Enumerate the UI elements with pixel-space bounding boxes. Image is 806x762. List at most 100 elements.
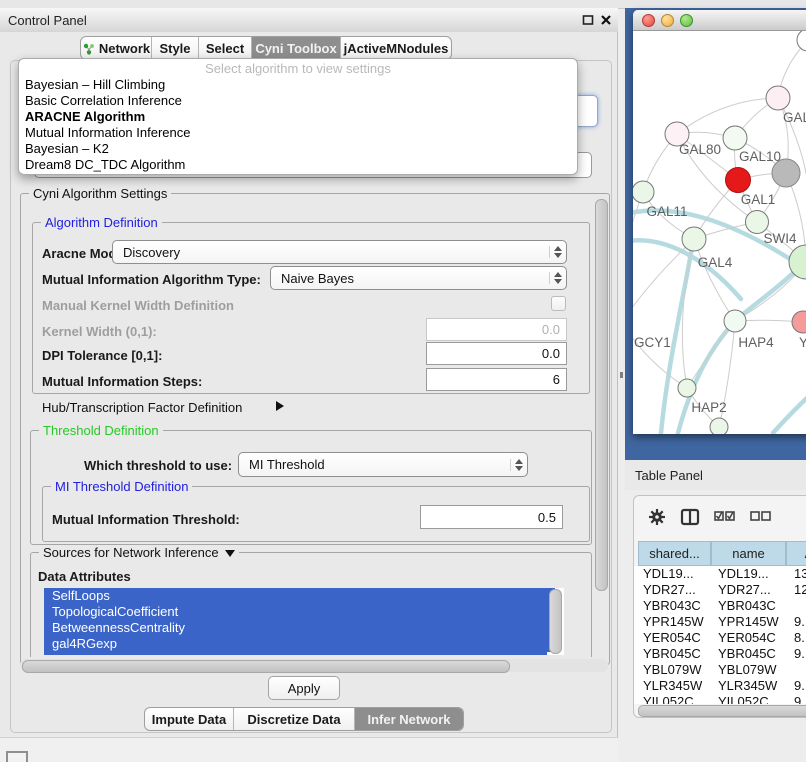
attribute-item[interactable]: BetweennessCentrality bbox=[44, 620, 555, 636]
which-threshold-value: MI Threshold bbox=[239, 457, 510, 472]
table-row[interactable]: YDL19...YDL19...13 bbox=[637, 566, 806, 582]
columns-icon[interactable] bbox=[680, 508, 700, 526]
attribute-item[interactable]: gal4RGexp bbox=[44, 636, 555, 652]
tab-select[interactable]: Select bbox=[199, 37, 252, 59]
collapse-arrow-icon[interactable] bbox=[225, 550, 235, 557]
network-node-hap4[interactable] bbox=[724, 310, 746, 332]
settings-vertical-scrollbar[interactable] bbox=[595, 199, 608, 591]
svg-text:GAL: GAL bbox=[783, 110, 806, 125]
aracne-mode-combo[interactable]: Discovery bbox=[112, 240, 567, 264]
dropdown-item[interactable]: Dream8 DC_TDC Algorithm bbox=[19, 157, 577, 173]
data-attributes-list: SelfLoops TopologicalCoefficient Between… bbox=[44, 588, 564, 655]
tab-jactivemnodules[interactable]: jActiveMNodules bbox=[341, 37, 451, 59]
settings-group-title: Cyni Algorithm Settings bbox=[29, 186, 171, 201]
column-header-shared[interactable]: shared... bbox=[638, 541, 711, 566]
network-window-titlebar[interactable] bbox=[633, 10, 806, 31]
attribute-item[interactable]: SelfLoops bbox=[44, 588, 555, 604]
network-node-red[interactable] bbox=[726, 168, 751, 193]
dropdown-item[interactable]: Mutual Information Inference bbox=[19, 125, 577, 141]
table-row[interactable]: YLR345WYLR345W9. bbox=[637, 678, 806, 694]
mi-steps-label: Mutual Information Steps: bbox=[42, 374, 202, 389]
algorithm-definition-title: Algorithm Definition bbox=[41, 215, 162, 230]
close-traffic-light[interactable] bbox=[642, 14, 655, 27]
combo-arrows-icon bbox=[510, 459, 527, 471]
svg-text:SWI4: SWI4 bbox=[763, 231, 796, 246]
select-all-icon[interactable] bbox=[714, 510, 736, 524]
expand-arrow-icon[interactable] bbox=[276, 401, 284, 411]
splitter-handle[interactable] bbox=[620, 372, 623, 378]
manual-kernel-checkbox[interactable] bbox=[551, 296, 566, 311]
mi-type-label: Mutual Information Algorithm Type: bbox=[42, 272, 261, 287]
tab-cyni-toolbox[interactable]: Cyni Toolbox bbox=[252, 37, 341, 59]
tab-discretize-data[interactable]: Discretize Data bbox=[234, 708, 355, 730]
bottom-strip bbox=[0, 737, 618, 762]
dock-panel-icon[interactable] bbox=[6, 751, 28, 762]
attribute-item[interactable]: TopologicalCoefficient bbox=[44, 604, 555, 620]
table-row[interactable]: YBR045CYBR045C9. bbox=[637, 646, 806, 662]
svg-text:GCY1: GCY1 bbox=[634, 335, 671, 350]
mi-type-combo[interactable]: Naive Bayes bbox=[270, 266, 567, 290]
close-icon[interactable] bbox=[600, 14, 612, 26]
network-window: GAL GAL80 GAL10 GAL11 GAL1 GAL4 SWI4 GCY… bbox=[633, 10, 806, 434]
bottom-tabbar: Impute Data Discretize Data Infer Networ… bbox=[144, 707, 464, 731]
dropdown-item[interactable]: Basic Correlation Inference bbox=[19, 93, 577, 109]
threshold-definition-title: Threshold Definition bbox=[39, 423, 163, 438]
control-panel-tabbar: Network Style Select Cyni Toolbox jActiv… bbox=[80, 36, 452, 60]
svg-text:GAL1: GAL1 bbox=[741, 192, 776, 207]
network-node-gal11[interactable] bbox=[633, 181, 654, 203]
column-header-extra[interactable]: A bbox=[786, 541, 806, 566]
kernel-width-field[interactable]: 0.0 bbox=[426, 318, 567, 341]
svg-text:HAP4: HAP4 bbox=[738, 335, 774, 350]
table-row[interactable]: YPR145WYPR145W9. bbox=[637, 614, 806, 630]
column-header-name[interactable]: name bbox=[711, 541, 786, 566]
table-horizontal-scrollbar[interactable] bbox=[638, 705, 806, 717]
network-node-gal4[interactable] bbox=[682, 227, 706, 251]
zoom-traffic-light[interactable] bbox=[680, 14, 693, 27]
table-row[interactable]: YDR27...YDR27...12 bbox=[637, 582, 806, 598]
aracne-mode-value: Discovery bbox=[113, 245, 549, 260]
which-threshold-label: Which threshold to use: bbox=[84, 458, 232, 473]
settings-horizontal-scrollbar[interactable] bbox=[22, 660, 510, 673]
attributes-scrollbar[interactable] bbox=[549, 589, 562, 654]
dpi-tolerance-label: DPI Tolerance [0,1]: bbox=[42, 348, 162, 363]
control-panel-titlebar: Control Panel bbox=[0, 8, 618, 33]
algorithm-dropdown-popup: Select algorithm to view settings Bayesi… bbox=[18, 58, 578, 175]
tab-network[interactable]: Network bbox=[81, 37, 152, 59]
dropdown-item[interactable]: Bayesian – K2 bbox=[19, 141, 577, 157]
tab-impute-data[interactable]: Impute Data bbox=[145, 708, 234, 730]
mi-steps-field[interactable]: 6 bbox=[426, 368, 567, 391]
dpi-tolerance-field[interactable]: 0.0 bbox=[426, 342, 567, 365]
float-window-icon[interactable] bbox=[582, 14, 594, 26]
table-panel: shared... name A YDL19...YDL19...13 YDR2… bbox=[633, 495, 806, 718]
combo-arrows-icon bbox=[549, 246, 566, 258]
network-canvas[interactable]: GAL GAL80 GAL10 GAL11 GAL1 GAL4 SWI4 GCY… bbox=[633, 31, 806, 434]
control-panel-title: Control Panel bbox=[8, 13, 87, 28]
combo-arrows-icon bbox=[549, 272, 566, 284]
apply-button[interactable]: Apply bbox=[268, 676, 340, 700]
dropdown-item[interactable]: Bayesian – Hill Climbing bbox=[19, 77, 577, 93]
network-node-salmon[interactable] bbox=[792, 311, 806, 333]
sources-group-title: Sources for Network Inference bbox=[39, 545, 239, 560]
minimize-traffic-light[interactable] bbox=[661, 14, 674, 27]
network-node-gal10[interactable] bbox=[723, 126, 747, 150]
table-row[interactable]: YBR043CYBR043C bbox=[637, 598, 806, 614]
attribute-item-partial bbox=[44, 652, 547, 655]
network-node-hap2[interactable] bbox=[678, 379, 696, 397]
table-row[interactable]: YER054CYER054C8. bbox=[637, 630, 806, 646]
network-node[interactable] bbox=[766, 86, 790, 110]
table-row[interactable]: YBL079WYBL079W bbox=[637, 662, 806, 678]
which-threshold-combo[interactable]: MI Threshold bbox=[238, 452, 528, 477]
deselect-all-icon[interactable] bbox=[750, 510, 772, 524]
mi-threshold-field[interactable]: 0.5 bbox=[420, 505, 563, 529]
dropdown-item-selected[interactable]: ARACNE Algorithm bbox=[19, 109, 577, 125]
network-node[interactable] bbox=[797, 31, 806, 51]
tab-network-label: Network bbox=[99, 41, 150, 56]
data-attributes-label: Data Attributes bbox=[38, 569, 131, 584]
svg-text:GAL4: GAL4 bbox=[698, 255, 733, 270]
network-node[interactable] bbox=[710, 418, 728, 434]
tab-style[interactable]: Style bbox=[152, 37, 199, 59]
svg-text:HAP2: HAP2 bbox=[691, 400, 726, 415]
tab-infer-network[interactable]: Infer Network bbox=[355, 708, 463, 730]
gear-icon[interactable] bbox=[648, 508, 666, 526]
table-row[interactable]: YIL052CYIL052C9 bbox=[637, 694, 806, 704]
